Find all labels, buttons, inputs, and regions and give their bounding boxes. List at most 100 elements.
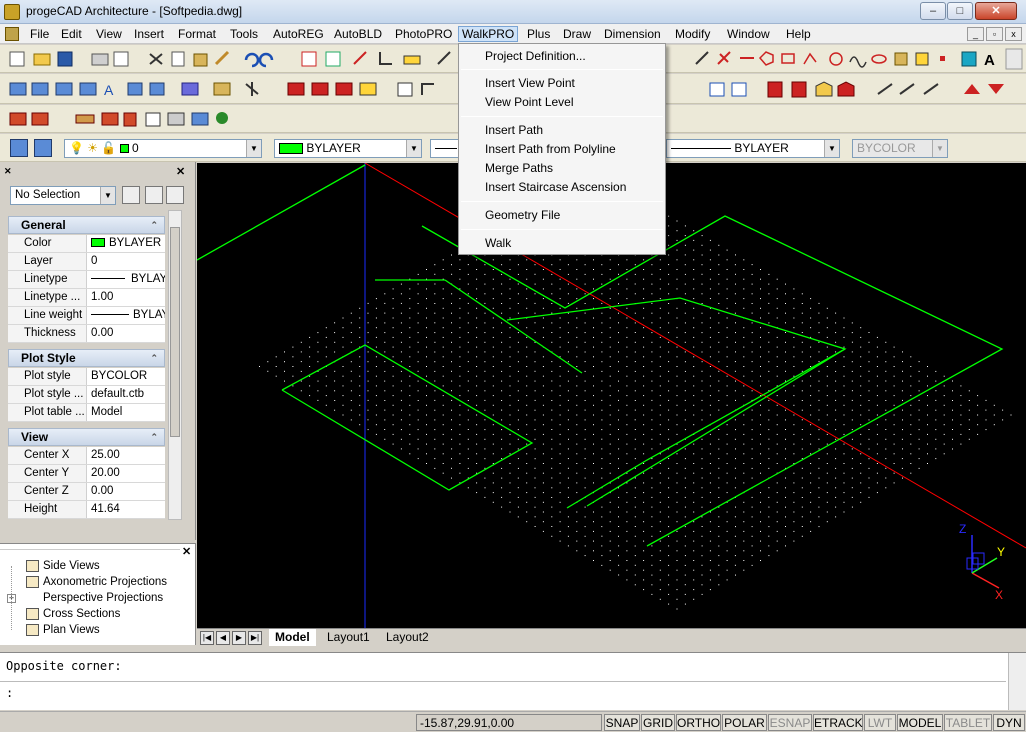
menu-item-view-point-level[interactable]: View Point Level xyxy=(461,93,663,112)
layer-previous-icon[interactable] xyxy=(34,139,52,157)
menu-autoreg[interactable]: AutoREG xyxy=(270,26,327,42)
status-grid[interactable]: GRID xyxy=(641,714,675,731)
chevron-down-icon[interactable]: ▼ xyxy=(100,187,115,204)
command-scrollbar[interactable] xyxy=(1008,653,1026,710)
menu-file[interactable]: File xyxy=(27,26,52,42)
prop-row-linetype[interactable]: Linetype BYLAYER xyxy=(8,271,165,289)
status-polar[interactable]: POLAR xyxy=(722,714,767,731)
tab-model[interactable]: Model xyxy=(269,629,316,646)
status-lwt[interactable]: LWT xyxy=(864,714,896,731)
properties-scrollbar[interactable] xyxy=(168,210,182,520)
menu-help[interactable]: Help xyxy=(783,26,814,42)
menu-item-insert-view-point[interactable]: Insert View Point xyxy=(461,74,663,93)
plotstyle-combo: BYCOLOR ▼ xyxy=(852,139,948,158)
prop-row-plot-style-table[interactable]: Plot style ... default.ctb xyxy=(8,386,165,404)
doc-close-icon[interactable]: x xyxy=(1005,27,1022,41)
document-icon[interactable] xyxy=(5,27,19,41)
menu-item-project-definition[interactable]: Project Definition... xyxy=(461,47,663,66)
prop-row-height[interactable]: Height 41.64 xyxy=(8,501,165,519)
status-ortho[interactable]: ORTHO xyxy=(676,714,721,731)
walkpro-dropdown-menu: Project Definition... Insert View Point … xyxy=(458,43,666,255)
menu-view[interactable]: View xyxy=(93,26,125,42)
doc-minimize-icon[interactable]: _ xyxy=(967,27,984,41)
menu-modify[interactable]: Modify xyxy=(672,26,713,42)
menu-window[interactable]: Window xyxy=(724,26,773,42)
outline-segment xyxy=(444,279,583,374)
menu-item-insert-staircase-ascension[interactable]: Insert Staircase Ascension xyxy=(461,178,663,197)
architecture-toolbar-icons[interactable] xyxy=(0,105,260,133)
lineweight-combo[interactable]: BYLAYER ▼ xyxy=(666,139,840,158)
prop-row-center-x[interactable]: Center X 25.00 xyxy=(8,447,165,465)
prop-row-color[interactable]: Color BYLAYER xyxy=(8,235,165,253)
menu-edit[interactable]: Edit xyxy=(58,26,85,42)
first-tab-icon[interactable]: |◀ xyxy=(200,631,214,645)
quick-select-icon[interactable] xyxy=(122,186,140,204)
menu-item-insert-path[interactable]: Insert Path xyxy=(461,121,663,140)
menu-autobld[interactable]: AutoBLD xyxy=(331,26,385,42)
menu-item-walk[interactable]: Walk xyxy=(461,234,663,253)
menu-bar: File Edit View Insert Format Tools AutoR… xyxy=(0,24,1026,44)
menu-format[interactable]: Format xyxy=(175,26,219,42)
prop-row-linetype-scale[interactable]: Linetype ... 1.00 xyxy=(8,289,165,307)
selection-combo[interactable]: No Selection ▼ xyxy=(10,186,116,205)
doc-restore-icon[interactable]: ▫ xyxy=(986,27,1003,41)
menu-plus[interactable]: Plus xyxy=(524,26,553,42)
menu-tools[interactable]: Tools xyxy=(227,26,261,42)
status-esnap[interactable]: ESNAP xyxy=(768,714,812,731)
linetype-combo[interactable] xyxy=(430,139,460,158)
prop-row-plot-style[interactable]: Plot style BYCOLOR xyxy=(8,368,165,386)
section-view[interactable]: View ⌃ xyxy=(8,428,165,446)
panel-close-icon[interactable]: ✕ xyxy=(182,545,191,558)
chevron-down-icon[interactable]: ▼ xyxy=(246,140,261,157)
chevron-down-icon[interactable]: ▼ xyxy=(406,140,421,157)
layer-manager-icon[interactable] xyxy=(10,139,28,157)
menu-item-merge-paths[interactable]: Merge Paths xyxy=(461,159,663,178)
section-general[interactable]: General ⌃ xyxy=(8,216,165,234)
prop-row-plot-table[interactable]: Plot table ... Model xyxy=(8,404,165,422)
minimize-button[interactable]: – xyxy=(920,2,946,20)
properties-panel: ✕ ✕ No Selection ▼ General ⌃ Color BYLAYE… xyxy=(0,162,196,540)
prop-row-center-y[interactable]: Center Y 20.00 xyxy=(8,465,165,483)
panel-close-icon[interactable]: ✕ xyxy=(176,165,185,178)
select-objects-icon[interactable] xyxy=(145,186,163,204)
app-icon[interactable] xyxy=(4,4,20,20)
menu-item-insert-path-from-polyline[interactable]: Insert Path from Polyline xyxy=(461,140,663,159)
status-dyn[interactable]: DYN xyxy=(993,714,1025,731)
menu-walkpro[interactable]: WalkPRO xyxy=(458,26,519,42)
prop-row-center-z[interactable]: Center Z 0.00 xyxy=(8,483,165,501)
status-model[interactable]: MODEL xyxy=(897,714,943,731)
color-swatch xyxy=(279,143,303,154)
lineweight-value: BYLAYER xyxy=(734,141,789,155)
menu-dimension[interactable]: Dimension xyxy=(601,26,664,42)
status-snap[interactable]: SNAP xyxy=(604,714,640,731)
panel-grip-icon[interactable]: ✕ xyxy=(4,166,12,177)
prev-tab-icon[interactable]: ◀ xyxy=(216,631,230,645)
command-area[interactable]: Opposite corner: : xyxy=(0,652,1026,710)
section-plot-style[interactable]: Plot Style ⌃ xyxy=(8,349,165,367)
prop-row-thickness[interactable]: Thickness 0.00 xyxy=(8,325,165,343)
prop-row-lineweight[interactable]: Line weight BYLAYER xyxy=(8,307,165,325)
menu-photopro[interactable]: PhotoPRO xyxy=(392,26,455,42)
status-tablet[interactable]: TABLET xyxy=(944,714,992,731)
layer-name: 0 xyxy=(132,141,139,155)
command-prompt[interactable]: : xyxy=(6,686,13,700)
tab-layout1[interactable]: Layout1 xyxy=(321,629,376,646)
menu-draw[interactable]: Draw xyxy=(560,26,594,42)
color-combo[interactable]: BYLAYER ▼ xyxy=(274,139,422,158)
chevron-down-icon[interactable]: ▼ xyxy=(824,140,839,157)
prop-row-layer[interactable]: Layer 0 xyxy=(8,253,165,271)
collapse-icon: ⌃ xyxy=(150,432,158,442)
plan-views-icon xyxy=(26,624,39,636)
menu-insert[interactable]: Insert xyxy=(131,26,167,42)
outline-segment xyxy=(506,297,847,507)
toggle-pickadd-icon[interactable] xyxy=(166,186,184,204)
next-tab-icon[interactable]: ▶ xyxy=(232,631,246,645)
status-etrack[interactable]: ETRACK xyxy=(813,714,863,731)
tab-layout2[interactable]: Layout2 xyxy=(380,629,435,646)
layer-combo[interactable]: 💡 ☀ 🔓 0 ▼ xyxy=(64,139,262,158)
ucs-z-label: Z xyxy=(959,522,966,536)
last-tab-icon[interactable]: ▶| xyxy=(248,631,262,645)
close-button[interactable]: ✕ xyxy=(975,2,1017,20)
menu-item-geometry-file[interactable]: Geometry File xyxy=(461,206,663,225)
restore-button[interactable]: □ xyxy=(947,2,973,20)
